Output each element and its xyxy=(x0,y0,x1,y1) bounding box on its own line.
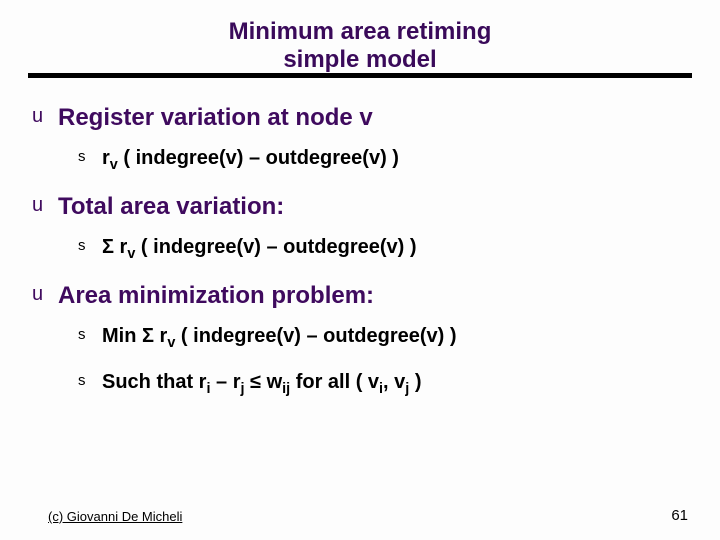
slide-title-line2: simple model xyxy=(28,46,692,74)
bullet-lvl1-icon: u xyxy=(32,280,58,308)
slide-content: u Register variation at node v s rv ( in… xyxy=(28,102,692,398)
subbullet-constraint: s Such that ri – rj ≤ wij for all ( vi, … xyxy=(78,369,692,399)
subbullet-sigma-rv: s Σ rv ( indegree(v) – outdegree(v) ) xyxy=(78,234,692,264)
bullet-total-area: u Total area variation: xyxy=(32,191,692,222)
formula-text: rv ( indegree(v) – outdegree(v) ) xyxy=(102,145,399,175)
formula-text: Min Σ rv ( indegree(v) – outdegree(v) ) xyxy=(102,323,457,353)
copyright-footer: (c) Giovanni De Micheli xyxy=(48,509,182,524)
bullet-register-variation: u Register variation at node v xyxy=(32,102,692,133)
page-number: 61 xyxy=(671,507,688,524)
title-underline xyxy=(28,73,692,78)
heading-text: Area minimization problem: xyxy=(58,280,374,311)
slide: Minimum area retiming simple model u Reg… xyxy=(0,0,720,540)
bullet-lvl2-icon: s xyxy=(78,234,102,258)
formula-text: Such that ri – rj ≤ wij for all ( vi, vj… xyxy=(102,369,422,399)
bullet-lvl2-icon: s xyxy=(78,323,102,347)
subbullet-min-sigma: s Min Σ rv ( indegree(v) – outdegree(v) … xyxy=(78,323,692,353)
subbullet-rv-degree: s rv ( indegree(v) – outdegree(v) ) xyxy=(78,145,692,175)
bullet-lvl1-icon: u xyxy=(32,102,58,130)
bullet-area-minimization: u Area minimization problem: xyxy=(32,280,692,311)
heading-text: Total area variation: xyxy=(58,191,284,222)
bullet-lvl1-icon: u xyxy=(32,191,58,219)
formula-text: Σ rv ( indegree(v) – outdegree(v) ) xyxy=(102,234,417,264)
bullet-lvl2-icon: s xyxy=(78,145,102,169)
slide-title-line1: Minimum area retiming xyxy=(28,18,692,46)
title-block: Minimum area retiming simple model xyxy=(28,18,692,73)
bullet-lvl2-icon: s xyxy=(78,369,102,393)
heading-text: Register variation at node v xyxy=(58,102,373,133)
